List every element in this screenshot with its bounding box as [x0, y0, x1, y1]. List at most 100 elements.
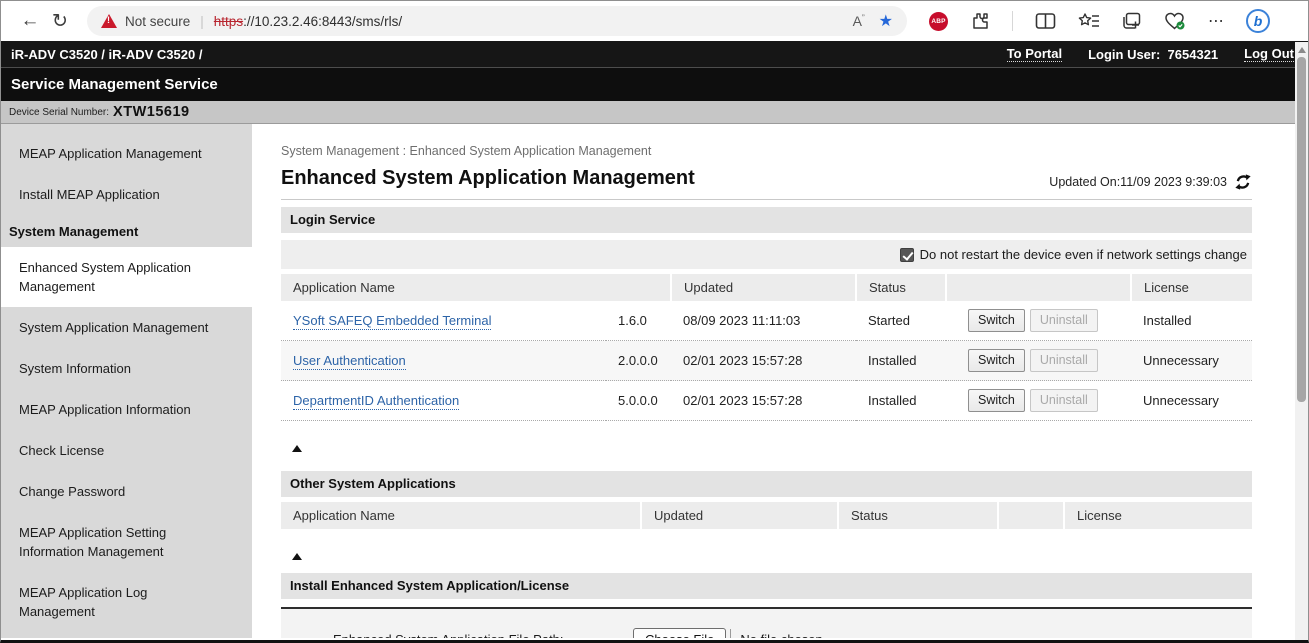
- install-form: Enhanced System Application File Path: C…: [281, 607, 1252, 638]
- app-updated: 02/01 2023 15:57:28: [671, 381, 856, 421]
- scroll-to-top-icon[interactable]: [292, 536, 302, 554]
- do-not-restart-label: Do not restart the device even if networ…: [920, 247, 1247, 262]
- uninstall-button: Uninstall: [1030, 349, 1098, 372]
- app-license: Unnecessary: [1131, 341, 1252, 381]
- column-header-status: Status: [838, 502, 998, 529]
- table-row: YSoft SAFEQ Embedded Terminal 1.6.0 08/0…: [281, 301, 1252, 341]
- serial-bar: Device Serial Number: XTW15619: [1, 101, 1308, 124]
- app-updated: 02/01 2023 15:57:28: [671, 341, 856, 381]
- sidebar-item-enhanced-system-application-management[interactable]: Enhanced System Application Management: [1, 247, 252, 307]
- serial-value: XTW15619: [113, 104, 190, 120]
- back-icon[interactable]: ←: [15, 6, 45, 36]
- no-file-chosen-text: No file chosen: [740, 632, 822, 638]
- service-title: Service Management Service: [11, 76, 218, 93]
- login-user-value: 7654321: [1168, 47, 1219, 62]
- not-secure-warning-icon: [101, 14, 117, 28]
- login-service-table: Application Name Updated Status License …: [281, 274, 1252, 421]
- device-header-bar: iR-ADV C3520 / iR-ADV C3520 / To Portal …: [1, 41, 1308, 67]
- app-version: 1.6.0: [606, 301, 671, 341]
- favorite-star-icon[interactable]: ★: [879, 11, 893, 31]
- app-license: Installed: [1131, 301, 1252, 341]
- uninstall-button: Uninstall: [1030, 309, 1098, 332]
- read-aloud-icon[interactable]: A”: [853, 13, 865, 29]
- log-out-link[interactable]: Log Out: [1244, 46, 1294, 62]
- column-header-application-name: Application Name: [281, 502, 641, 529]
- column-header-license: License: [1064, 502, 1252, 529]
- breadcrumb: System Management : Enhanced System Appl…: [281, 144, 1252, 158]
- switch-button[interactable]: Switch: [968, 389, 1025, 412]
- settings-more-icon[interactable]: ⋯: [1208, 11, 1224, 31]
- browser-toolbar: ← ↻ Not secure | https://10.23.2.46:8443…: [1, 1, 1308, 41]
- sidebar-item-system-information[interactable]: System Information: [1, 348, 252, 389]
- app-link-departmentid-authentication[interactable]: DepartmentID Authentication: [293, 393, 459, 410]
- column-header-actions: [946, 274, 1131, 301]
- column-header-updated: Updated: [641, 502, 838, 529]
- scrollbar-up-arrow-icon[interactable]: [1298, 47, 1306, 53]
- column-header-updated: Updated: [671, 274, 856, 301]
- sidebar-item-check-license[interactable]: Check License: [1, 430, 252, 471]
- to-portal-link[interactable]: To Portal: [1007, 46, 1062, 62]
- app-link-user-authentication[interactable]: User Authentication: [293, 353, 406, 370]
- sidebar-item-system-application-management[interactable]: System Application Management: [1, 307, 252, 348]
- address-divider: |: [200, 14, 204, 29]
- browser-window: ← ↻ Not secure | https://10.23.2.46:8443…: [0, 0, 1309, 643]
- app-updated: 08/09 2023 11:11:03: [671, 301, 856, 341]
- table-row: DepartmentID Authentication 5.0.0.0 02/0…: [281, 381, 1252, 421]
- device-path: iR-ADV C3520 / iR-ADV C3520 /: [11, 47, 202, 62]
- uninstall-button: Uninstall: [1030, 389, 1098, 412]
- choose-file-button-application[interactable]: Choose File: [633, 628, 726, 639]
- login-user-label: Login User:: [1088, 47, 1160, 62]
- sidebar-item-meap-application-management[interactable]: MEAP Application Management: [1, 133, 252, 174]
- column-header-application-name: Application Name: [281, 274, 671, 301]
- app-version: 2.0.0.0: [606, 341, 671, 381]
- install-section-header: Install Enhanced System Application/Lice…: [281, 573, 1252, 599]
- app-link-ysoft-safeq[interactable]: YSoft SAFEQ Embedded Terminal: [293, 313, 491, 330]
- sidebar-item-meap-application-setting-information-management[interactable]: MEAP Application Setting Information Man…: [1, 512, 252, 572]
- main-content: System Management : Enhanced System Appl…: [252, 124, 1308, 638]
- page-title: Enhanced System Application Management: [281, 167, 695, 190]
- toolbar-divider: [1012, 11, 1013, 31]
- app-status: Started: [856, 301, 946, 341]
- login-service-section-header: Login Service: [281, 207, 1252, 233]
- serial-label: Device Serial Number:: [9, 107, 109, 118]
- file-input-divider: [730, 629, 731, 639]
- sidebar-item-meap-application-log-management[interactable]: MEAP Application Log Management: [1, 572, 252, 632]
- other-system-applications-section-header: Other System Applications: [281, 471, 1252, 497]
- app-status: Installed: [856, 341, 946, 381]
- split-screen-icon[interactable]: [1035, 12, 1056, 30]
- refresh-icon[interactable]: [1234, 174, 1252, 190]
- sidebar-item-change-password[interactable]: Change Password: [1, 471, 252, 512]
- sidebar-item-meap-application-information[interactable]: MEAP Application Information: [1, 389, 252, 430]
- app-file-path-label: Enhanced System Application File Path:: [333, 632, 633, 638]
- table-row: User Authentication 2.0.0.0 02/01 2023 1…: [281, 341, 1252, 381]
- reload-icon[interactable]: ↻: [45, 6, 75, 36]
- scroll-to-top-icon[interactable]: [292, 428, 302, 446]
- app-status: Installed: [856, 381, 946, 421]
- page-scrollbar[interactable]: [1295, 42, 1308, 640]
- column-header-license: License: [1131, 274, 1252, 301]
- sidebar-group-system-management: System Management: [1, 215, 252, 247]
- switch-button[interactable]: Switch: [968, 349, 1025, 372]
- adblock-abp-icon[interactable]: ABP: [929, 12, 948, 31]
- app-license: Unnecessary: [1131, 381, 1252, 421]
- sidebar-item-install-meap-application[interactable]: Install MEAP Application: [1, 174, 252, 215]
- app-version: 5.0.0.0: [606, 381, 671, 421]
- browser-essentials-icon[interactable]: [1164, 12, 1186, 31]
- switch-button[interactable]: Switch: [968, 309, 1025, 332]
- scrollbar-thumb[interactable]: [1297, 57, 1306, 402]
- column-header-status: Status: [856, 274, 946, 301]
- url-text: ://10.23.2.46:8443/sms/rls/: [243, 14, 402, 29]
- sidebar: MEAP Application Management Install MEAP…: [1, 124, 252, 638]
- column-header-actions: [998, 502, 1064, 529]
- bing-copilot-icon[interactable]: b: [1246, 9, 1270, 33]
- favorites-list-icon[interactable]: [1078, 12, 1100, 31]
- do-not-restart-checkbox[interactable]: [900, 248, 914, 262]
- not-secure-label[interactable]: Not secure: [125, 14, 190, 29]
- address-bar[interactable]: Not secure | https://10.23.2.46:8443/sms…: [87, 6, 907, 36]
- collections-icon[interactable]: [1122, 12, 1142, 31]
- other-system-applications-table: Application Name Updated Status License: [281, 502, 1252, 529]
- url-scheme: https: [214, 14, 243, 29]
- sidebar-divider: [1, 640, 252, 641]
- service-title-bar: Service Management Service: [1, 67, 1308, 101]
- extensions-icon[interactable]: [970, 11, 990, 31]
